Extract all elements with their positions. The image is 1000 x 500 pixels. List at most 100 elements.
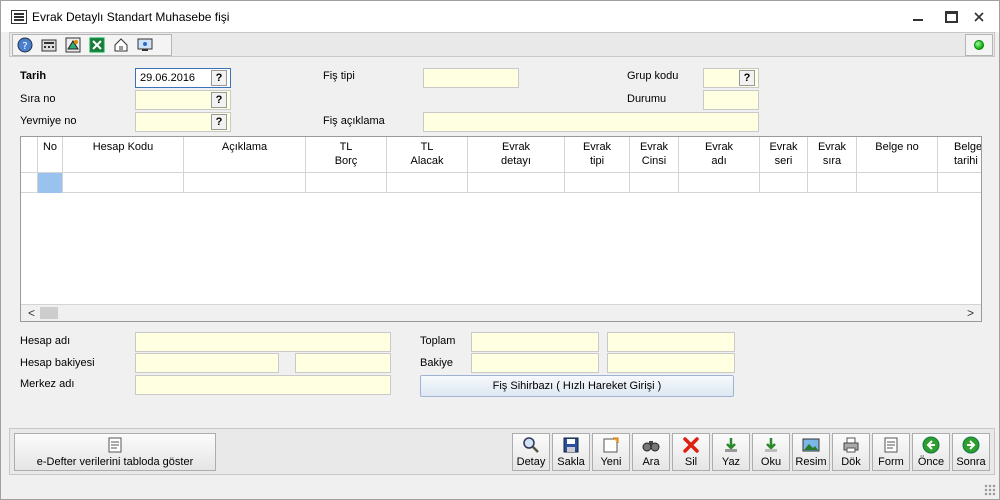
cell-belge-no[interactable]: [857, 173, 938, 193]
help-icon[interactable]: ?: [15, 36, 35, 54]
cell-evrak-sira[interactable]: [808, 173, 857, 193]
main-window: Evrak Detaylı Standart Muhasebe fişi ? T…: [0, 0, 1000, 500]
fis-sihirbazi-button[interactable]: Fiş Sihirbazı ( Hızlı Hareket Girişi ): [420, 375, 734, 397]
col-aciklama-header[interactable]: Açıklama: [184, 137, 306, 173]
sakla-button[interactable]: Sakla: [552, 433, 590, 471]
toplam-label: Toplam: [420, 335, 456, 347]
status-indicator: [965, 34, 993, 56]
binoculars-icon: [642, 441, 660, 452]
horizontal-scrollbar[interactable]: < >: [21, 304, 981, 321]
cell-tl-borc[interactable]: [306, 173, 387, 193]
table-row[interactable]: [21, 173, 981, 193]
minimize-button[interactable]: [905, 7, 931, 27]
bakiye-label: Bakiye: [420, 357, 454, 369]
col-no-header[interactable]: No: [38, 137, 63, 173]
toplam-alacak-field[interactable]: [607, 332, 735, 352]
hesap-adi-field[interactable]: [135, 332, 391, 352]
once-label: Önce: [917, 456, 945, 468]
cell-evrak-seri[interactable]: [760, 173, 808, 193]
cell-evrak-tipi[interactable]: [565, 173, 630, 193]
col-tl-borc-header[interactable]: TL Borç: [306, 137, 387, 173]
yevmiye-label: Yevmiye no: [20, 115, 77, 127]
col-belge-no-header[interactable]: Belge no: [857, 137, 938, 173]
tarih-lookup-button[interactable]: ?: [211, 70, 227, 86]
cell-aciklama[interactable]: [184, 173, 306, 193]
bakiye-alacak-field[interactable]: [607, 353, 735, 373]
home-icon[interactable]: [111, 36, 131, 54]
cell-hesap-kodu[interactable]: [63, 173, 184, 193]
col-hesap-kodu-header[interactable]: Hesap Kodu: [63, 137, 184, 173]
toolbar-group: ?: [12, 34, 172, 56]
document-icon: [108, 437, 122, 452]
read-icon: [765, 438, 777, 452]
write-icon: [725, 438, 737, 452]
oku-label: Oku: [760, 456, 782, 468]
status-bar: [1, 479, 999, 499]
screen-icon[interactable]: [135, 36, 155, 54]
resim-label: Resim: [795, 456, 827, 468]
cell-evrak-cinsi[interactable]: [630, 173, 679, 193]
scroll-thumb[interactable]: [40, 307, 58, 319]
col-evrak-tipi-header[interactable]: Evrak tipi: [565, 137, 630, 173]
once-button[interactable]: Önce: [912, 433, 950, 471]
sil-button[interactable]: Sil: [672, 433, 710, 471]
durumu-field[interactable]: [703, 90, 759, 110]
close-button[interactable]: [966, 7, 992, 27]
dok-button[interactable]: Dök: [832, 433, 870, 471]
sonra-button[interactable]: Sonra: [952, 433, 990, 471]
hesap-bakiyesi-field-1[interactable]: [135, 353, 279, 373]
yeni-button[interactable]: Yeni: [592, 433, 630, 471]
bakiye-borc-field[interactable]: [471, 353, 599, 373]
yaz-label: Yaz: [721, 456, 741, 468]
excel-icon[interactable]: [87, 36, 107, 54]
calculator-icon[interactable]: [39, 36, 59, 54]
col-tl-alacak-header[interactable]: TL Alacak: [387, 137, 468, 173]
durumu-label: Durumu: [627, 93, 667, 105]
ara-button[interactable]: Ara: [632, 433, 670, 471]
scroll-right-icon[interactable]: >: [962, 305, 979, 321]
window-title: Evrak Detaylı Standart Muhasebe fişi: [32, 10, 230, 24]
col-evrak-sira-header[interactable]: Evrak sıra: [808, 137, 857, 173]
col-evrak-adi-header[interactable]: Evrak adı: [679, 137, 760, 173]
cell-no[interactable]: [38, 173, 63, 193]
col-evrak-cinsi-header[interactable]: Evrak Cinsi: [630, 137, 679, 173]
merkez-adi-field[interactable]: [135, 375, 391, 395]
col-evrak-detayi-header[interactable]: Evrak detayı: [468, 137, 565, 173]
grup-kodu-label: Grup kodu: [627, 70, 679, 82]
picture-icon: [802, 438, 820, 452]
scroll-left-icon[interactable]: <: [23, 305, 40, 321]
sonra-label: Sonra: [956, 456, 986, 468]
cell-tl-alacak[interactable]: [387, 173, 468, 193]
entries-grid[interactable]: No Hesap Kodu Açıklama TL Borç TL Alacak…: [20, 136, 982, 322]
oku-button[interactable]: Oku: [752, 433, 790, 471]
fis-aciklama-label: Fiş açıklama: [323, 115, 385, 127]
edefter-button[interactable]: e-Defter verilerini tabloda göster: [14, 433, 216, 471]
grup-kodu-lookup-button[interactable]: ?: [739, 70, 755, 86]
settings-icon[interactable]: [63, 36, 83, 54]
col-belge-tarihi-header[interactable]: Belge tarihi: [938, 137, 981, 173]
status-dot-icon: [974, 40, 984, 50]
col-evrak-seri-header[interactable]: Evrak seri: [760, 137, 808, 173]
yevmiye-lookup-button[interactable]: ?: [211, 114, 227, 130]
detay-label: Detay: [516, 456, 546, 468]
new-icon: [603, 437, 619, 453]
fis-tipi-field[interactable]: [423, 68, 519, 88]
form-icon: [884, 437, 898, 453]
toplam-borc-field[interactable]: [471, 332, 599, 352]
detay-button[interactable]: Detay: [512, 433, 550, 471]
app-icon: [11, 10, 27, 24]
toolbar: ?: [9, 32, 995, 57]
maximize-button[interactable]: [938, 7, 964, 27]
resize-grip-icon[interactable]: [984, 484, 996, 496]
yaz-button[interactable]: Yaz: [712, 433, 750, 471]
previous-icon: [922, 436, 940, 454]
form-label: Form: [878, 456, 904, 468]
hesap-bakiyesi-field-2[interactable]: [295, 353, 391, 373]
cell-evrak-detayi[interactable]: [468, 173, 565, 193]
sira-lookup-button[interactable]: ?: [211, 92, 227, 108]
fis-aciklama-field[interactable]: [423, 112, 759, 132]
resim-button[interactable]: Resim: [792, 433, 830, 471]
cell-belge-tarihi[interactable]: [938, 173, 981, 193]
form-button[interactable]: Form: [872, 433, 910, 471]
cell-evrak-adi[interactable]: [679, 173, 760, 193]
